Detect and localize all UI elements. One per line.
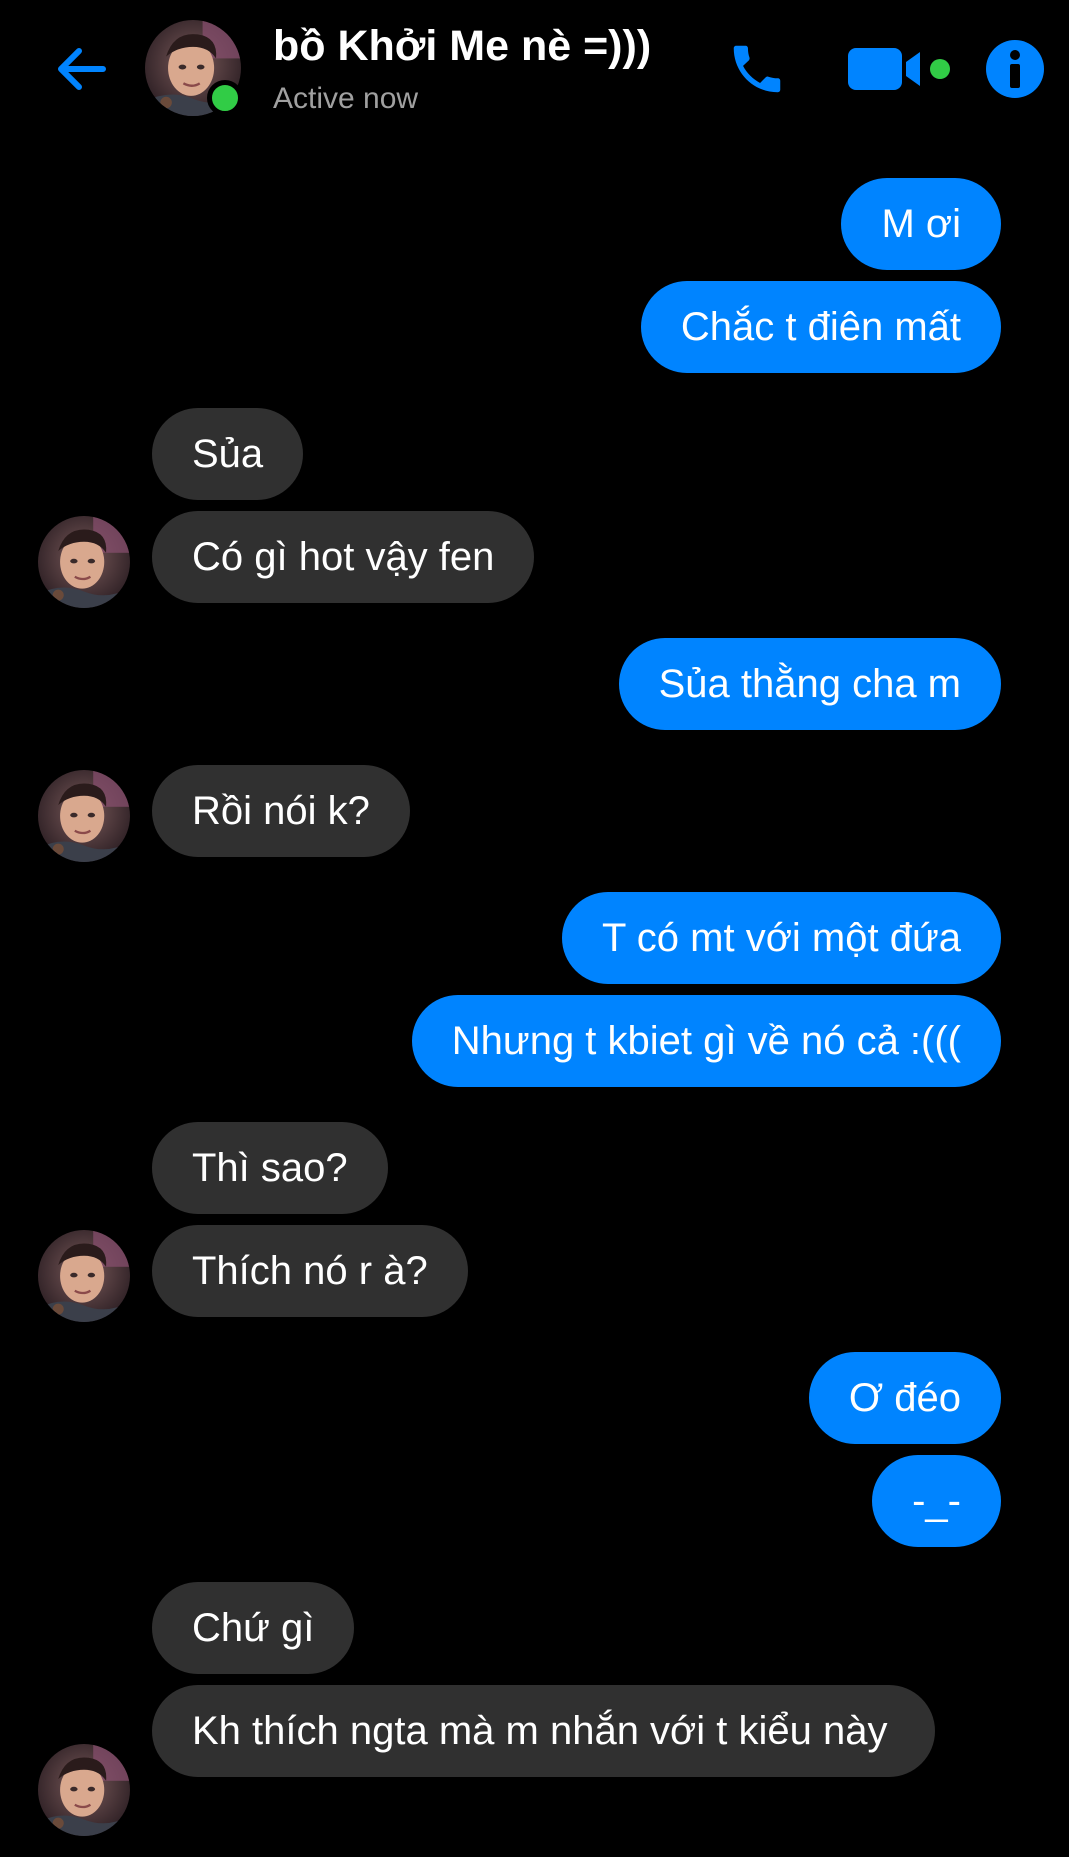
message-outgoing[interactable]: T có mt với một đứa: [561, 892, 1001, 984]
message-incoming[interactable]: Chứ gì: [152, 1582, 355, 1674]
video-call-button[interactable]: [846, 40, 956, 98]
message-incoming[interactable]: Rồi nói k?: [152, 765, 410, 857]
back-arrow-icon: [58, 48, 106, 90]
online-status-dot: [207, 80, 243, 116]
message-outgoing[interactable]: Sủa thằng cha m: [618, 638, 1001, 730]
back-button[interactable]: [50, 38, 112, 100]
contact-avatar-small[interactable]: [38, 1230, 130, 1322]
message-incoming[interactable]: Kh thích ngta mà m nhắn với t kiểu này: [152, 1685, 935, 1777]
contact-avatar-small[interactable]: [38, 770, 130, 862]
contact-avatar[interactable]: [145, 20, 243, 116]
message-outgoing[interactable]: Ơ đéo: [808, 1352, 1001, 1444]
message-outgoing[interactable]: Nhưng t kbiet gì về nó cả :(((: [411, 995, 1001, 1087]
contact-name[interactable]: bồ Khởi Me nè =))): [273, 22, 651, 71]
contact-avatar-small[interactable]: [38, 1744, 130, 1836]
message-incoming[interactable]: Có gì hot vậy fen: [152, 511, 535, 603]
active-status: Active now: [273, 82, 419, 115]
message-incoming[interactable]: Thì sao?: [152, 1122, 388, 1214]
message-incoming[interactable]: Sủa: [152, 408, 304, 500]
message-outgoing[interactable]: M ơi: [841, 178, 1001, 270]
chat-header: bồ Khởi Me nè =))) Active now: [0, 0, 1069, 140]
call-button[interactable]: [722, 34, 792, 104]
info-icon: [986, 40, 1044, 98]
message-incoming[interactable]: Thích nó r à?: [152, 1225, 468, 1317]
message-outgoing[interactable]: Chắc t điên mất: [640, 281, 1001, 373]
video-camera-icon: [848, 48, 950, 90]
phone-icon: [733, 45, 781, 93]
message-outgoing[interactable]: -_-: [872, 1455, 1001, 1547]
contact-avatar-small[interactable]: [38, 516, 130, 608]
info-button[interactable]: [980, 34, 1050, 104]
